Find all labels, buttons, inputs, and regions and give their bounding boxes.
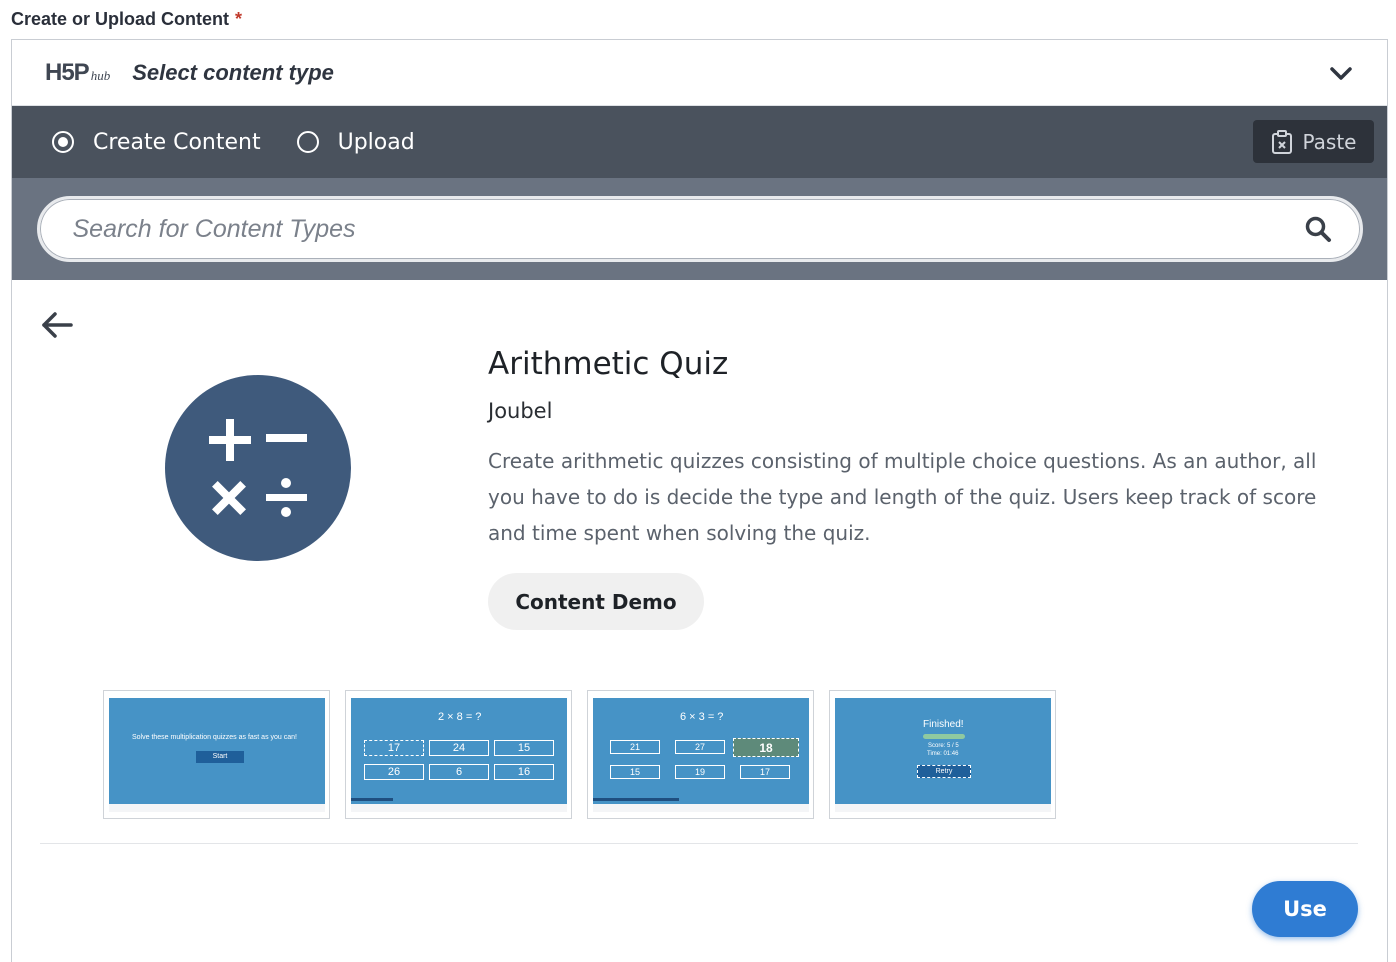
answer-box: 26 [364,764,424,780]
paste-button[interactable]: Paste [1253,120,1374,163]
answer-box: 27 [675,740,725,754]
screenshot-3-question: 6 × 3 = ? [680,711,724,723]
answer-box: 17 [364,740,424,756]
arithmetic-quiz-icon [165,375,351,561]
mode-tabbar: Create Content Upload Paste [12,106,1387,178]
logo-sub: hub [90,67,111,83]
screenshot-1-button: Start [196,751,244,763]
screenshot-thumb-1[interactable]: Solve these multiplication quizzes as fa… [103,690,330,819]
arrow-left-icon[interactable] [40,310,74,340]
math-operators-icon [209,419,307,517]
screenshot-2-question: 2 × 8 = ? [438,711,482,723]
screenshot-image: Finished! Score: 5 / 5 Time: 01:46 Retry [835,698,1051,804]
hub-header[interactable]: H5P hub Select content type [12,40,1387,106]
screenshot-thumb-3[interactable]: 6 × 3 = ? 21 27 18 15 19 17 [587,690,814,819]
section-divider [40,843,1358,844]
answer-box: 15 [610,765,660,779]
detail-info: Arithmetic Quiz Joubel Create arithmetic… [488,346,1358,630]
screenshot-image: Solve these multiplication quizzes as fa… [109,698,325,804]
radio-unchecked-icon [296,131,319,153]
paste-label: Paste [1302,129,1357,154]
screenshot-1-text: Solve these multiplication quizzes as fa… [132,734,297,741]
content-type-owner: Joubel [488,399,553,423]
screenshot-4-time: Time: 01:46 [927,751,959,757]
answer-box: 16 [494,764,554,780]
answer-box: 24 [429,740,489,756]
answer-box: 19 [675,765,725,779]
create-content-label: Create Content [93,129,261,155]
clipboard-icon [1271,129,1292,154]
answer-box: 17 [740,765,790,779]
content-demo-button[interactable]: Content Demo [488,573,704,630]
answer-box-correct: 18 [733,738,799,757]
h5p-hub: H5P hub Select content type Create Conte… [11,39,1388,962]
answer-box: 15 [494,740,554,756]
field-label: Create or Upload Content * [11,9,242,30]
required-mark: * [235,9,243,29]
search-box [36,196,1363,262]
content-type-description: Create arithmetic quizzes consisting of … [488,449,1317,545]
content-type-detail: Arithmetic Quiz Joubel Create arithmetic… [12,280,1387,962]
screenshot-carousel: Solve these multiplication quizzes as fa… [103,690,1071,819]
h5p-hub-logo: H5P hub [45,59,110,87]
screenshot-thumb-2[interactable]: 2 × 8 = ? 17 24 15 26 6 16 [345,690,572,819]
upload-label: Upload [337,129,415,155]
select-content-type-title: Select content type [132,59,334,85]
screenshot-thumb-4[interactable]: Finished! Score: 5 / 5 Time: 01:46 Retry [829,690,1056,819]
search-input[interactable] [72,214,1273,244]
search-band [12,178,1387,280]
logo-main: H5P [45,58,90,86]
create-content-radio[interactable]: Create Content [52,130,261,155]
screenshot-image: 2 × 8 = ? 17 24 15 26 6 16 [351,698,567,804]
answer-box: 21 [610,740,660,754]
upload-radio[interactable]: Upload [296,129,415,155]
screenshot-4-button: Retry [917,765,971,778]
screenshot-4-score: Score: 5 / 5 [928,743,959,749]
screenshot-image: 6 × 3 = ? 21 27 18 15 19 17 [593,698,809,804]
radio-checked-icon [52,131,74,153]
answer-box: 6 [429,764,489,780]
field-label-text: Create or Upload Content [11,9,230,29]
content-type-title: Arithmetic Quiz [488,346,729,382]
use-button[interactable]: Use [1252,881,1358,937]
chevron-down-icon[interactable] [1329,62,1353,86]
search-icon[interactable] [1304,215,1332,243]
screenshot-4-title: Finished! [923,719,964,730]
